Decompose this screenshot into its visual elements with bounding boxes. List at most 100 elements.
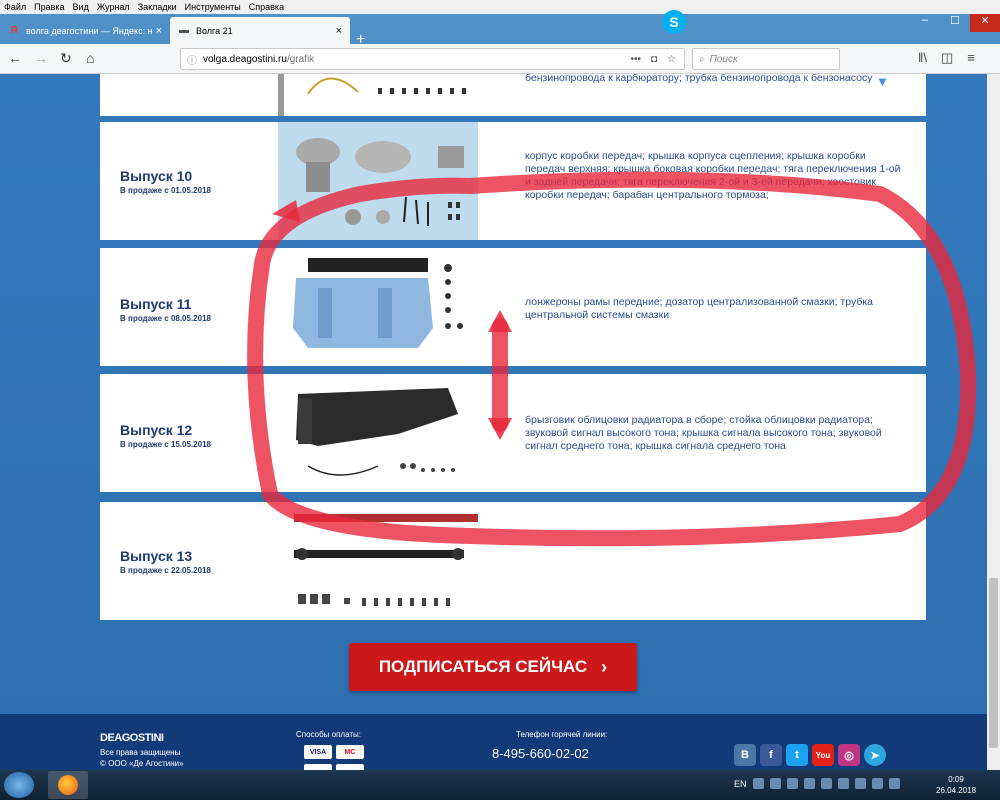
subscribe-button[interactable]: ПОДПИСАТЬСЯ СЕЙЧАС › xyxy=(349,643,637,691)
subscribe-label: ПОДПИСАТЬСЯ СЕЙЧАС xyxy=(378,657,588,676)
window-close-button[interactable]: ✕ xyxy=(970,14,1000,32)
car-icon: ▬ xyxy=(179,25,189,36)
payment-label: Способы оплаты: xyxy=(296,730,362,739)
page-actions-icon[interactable]: ••• xyxy=(630,54,641,65)
issue-title: Выпуск 13 xyxy=(120,548,193,564)
clock-time: 0:09 xyxy=(948,775,964,784)
issue-date: В продаже с 08.05.2018 xyxy=(120,314,211,323)
issue-title: Выпуск 10 xyxy=(120,168,193,184)
tray-icon[interactable] xyxy=(837,778,849,789)
tab-volga[interactable]: ▬ Волга 21 × xyxy=(170,17,350,44)
menu-file[interactable]: Файл xyxy=(0,2,30,12)
tray-icon[interactable] xyxy=(769,778,781,789)
chevron-right-icon: › xyxy=(601,656,608,677)
menu-bookmarks[interactable]: Закладки xyxy=(134,2,181,12)
youtube-icon[interactable]: You xyxy=(812,744,834,766)
maximize-button[interactable]: ☐ xyxy=(940,14,970,32)
yandex-icon: Я xyxy=(10,25,18,36)
issue-parts-image xyxy=(278,502,478,620)
issue-label: Выпуск 11 В продаже с 08.05.2018 xyxy=(120,296,211,323)
clock-date: 26.04.2018 xyxy=(936,786,977,795)
facebook-icon[interactable]: f xyxy=(760,744,782,766)
menu-help[interactable]: Справка xyxy=(245,2,288,12)
issue-row: Выпуск 10 В продаже с 01.05.2018 корпус … xyxy=(100,122,926,240)
rights-line: Все права защищены xyxy=(100,748,181,757)
issue-date: В продаже с 01.05.2018 xyxy=(120,186,211,195)
scrollbar-thumb[interactable] xyxy=(989,578,998,748)
skype-tray-icon[interactable] xyxy=(752,778,764,789)
search-input[interactable]: ⌕ Поиск xyxy=(692,48,840,70)
issue-label: Выпуск 12 В продаже с 15.05.2018 xyxy=(120,422,211,449)
network-icon[interactable] xyxy=(871,778,883,789)
library-icon[interactable]: ‖\ xyxy=(918,50,927,66)
instagram-icon[interactable]: ◎ xyxy=(838,744,860,766)
clock[interactable]: 0:09 26.04.2018 xyxy=(936,774,976,796)
bookmark-star-icon[interactable]: ☆ xyxy=(667,54,676,65)
taskbar: EN 0:09 26.04.2018 xyxy=(0,770,1000,800)
close-icon[interactable]: × xyxy=(156,25,162,37)
menu-history[interactable]: Журнал xyxy=(93,2,134,12)
issue-description: корпус коробки передач; крышка корпуса с… xyxy=(525,150,901,201)
issue-parts-image xyxy=(278,74,478,116)
visa-icon: VISA xyxy=(304,745,332,759)
reload-button[interactable]: ↻ xyxy=(60,50,72,67)
issue-title: Выпуск 12 xyxy=(120,422,193,438)
tray-icon[interactable] xyxy=(820,778,832,789)
issue-parts-image xyxy=(278,248,478,366)
skype-icon: S xyxy=(662,10,686,34)
nav-bar: ← → ↻ ⌂ ⓘ volga.deagostini.ru /grafik ••… xyxy=(0,44,1000,74)
telegram-icon[interactable]: ➤ xyxy=(864,744,886,766)
forward-button[interactable]: → xyxy=(34,50,48,66)
issue-label: Выпуск 10 В продаже с 01.05.2018 xyxy=(120,168,211,195)
volume-icon[interactable] xyxy=(888,778,900,789)
issue-description: брызговик облицовки радиатора в сборе; с… xyxy=(525,414,882,452)
pocket-icon[interactable]: ◘ xyxy=(651,54,657,65)
search-icon: ⌕ xyxy=(699,53,705,65)
taskbar-firefox[interactable] xyxy=(48,771,88,799)
sidebar-icon[interactable]: ◫ xyxy=(941,50,953,66)
issue-label: Выпуск 13 В продаже с 22.05.2018 xyxy=(120,548,211,575)
issue-row: Выпуск 13 В продаже с 22.05.2018 xyxy=(100,502,926,620)
firefox-icon xyxy=(58,775,78,795)
minimize-button[interactable]: – xyxy=(910,14,940,32)
issue-row: Выпуск 12 В продаже с 15.05.2018 брызгов… xyxy=(100,374,926,492)
info-icon[interactable]: ⓘ xyxy=(187,52,197,67)
tab-yandex[interactable]: Я волга деагостини — Яндекс: н × xyxy=(0,17,170,44)
window-controls: – ☐ ✕ xyxy=(910,14,1000,32)
menu-view[interactable]: Вид xyxy=(69,2,93,12)
issue-description: лонжероны рамы передние; дозатор централ… xyxy=(525,296,873,321)
tray-icon[interactable] xyxy=(803,778,815,789)
tab-strip: Я волга деагостини — Яндекс: н × ▬ Волга… xyxy=(0,14,1000,48)
back-button[interactable]: ← xyxy=(8,50,22,66)
tray-icon[interactable] xyxy=(786,778,798,789)
hotline-label: Телефон горячей линии: xyxy=(516,730,608,739)
close-icon[interactable]: × xyxy=(336,25,342,37)
hotline-phone[interactable]: 8-495-660-02-02 xyxy=(492,746,589,761)
issue-title: Выпуск 11 xyxy=(120,296,192,312)
start-button[interactable] xyxy=(4,772,34,798)
chevron-down-icon[interactable]: ▼ xyxy=(876,74,889,89)
twitter-icon[interactable]: t xyxy=(786,744,808,766)
tab-title: волга деагостини — Яндекс: н xyxy=(26,25,153,36)
vk-icon[interactable]: B xyxy=(734,744,756,766)
issue-row: бензинопровода к карбюратору; трубка бен… xyxy=(100,74,926,116)
issue-parts-image xyxy=(278,122,478,240)
deagostini-logo[interactable]: DEAGOSTINI xyxy=(100,732,164,744)
system-tray: EN xyxy=(734,778,900,789)
url-bar[interactable]: ⓘ volga.deagostini.ru /grafik ••• ◘ ☆ xyxy=(180,48,685,70)
menu-tools[interactable]: Инструменты xyxy=(181,2,245,12)
issue-row: Выпуск 11 В продаже с 08.05.2018 лонжеро… xyxy=(100,248,926,366)
menu-edit[interactable]: Правка xyxy=(30,2,68,12)
home-icon[interactable]: ⌂ xyxy=(86,50,94,66)
toolbar-icons: ‖\ ◫ ≡ xyxy=(918,50,975,66)
language-indicator[interactable]: EN xyxy=(734,779,747,789)
flag-icon[interactable] xyxy=(854,778,866,789)
mastercard-icon: MC xyxy=(336,745,364,759)
url-path: /grafik xyxy=(286,53,315,65)
menu-bar: Файл Правка Вид Журнал Закладки Инструме… xyxy=(0,0,1000,14)
site-footer: DEAGOSTINI Все права защищены © ООО «Де … xyxy=(0,714,1000,770)
url-domain: volga.deagostini.ru xyxy=(203,53,287,65)
issue-date: В продаже с 22.05.2018 xyxy=(120,566,211,575)
menu-hamburger-icon[interactable]: ≡ xyxy=(967,50,975,66)
issue-date: В продаже с 15.05.2018 xyxy=(120,440,211,449)
